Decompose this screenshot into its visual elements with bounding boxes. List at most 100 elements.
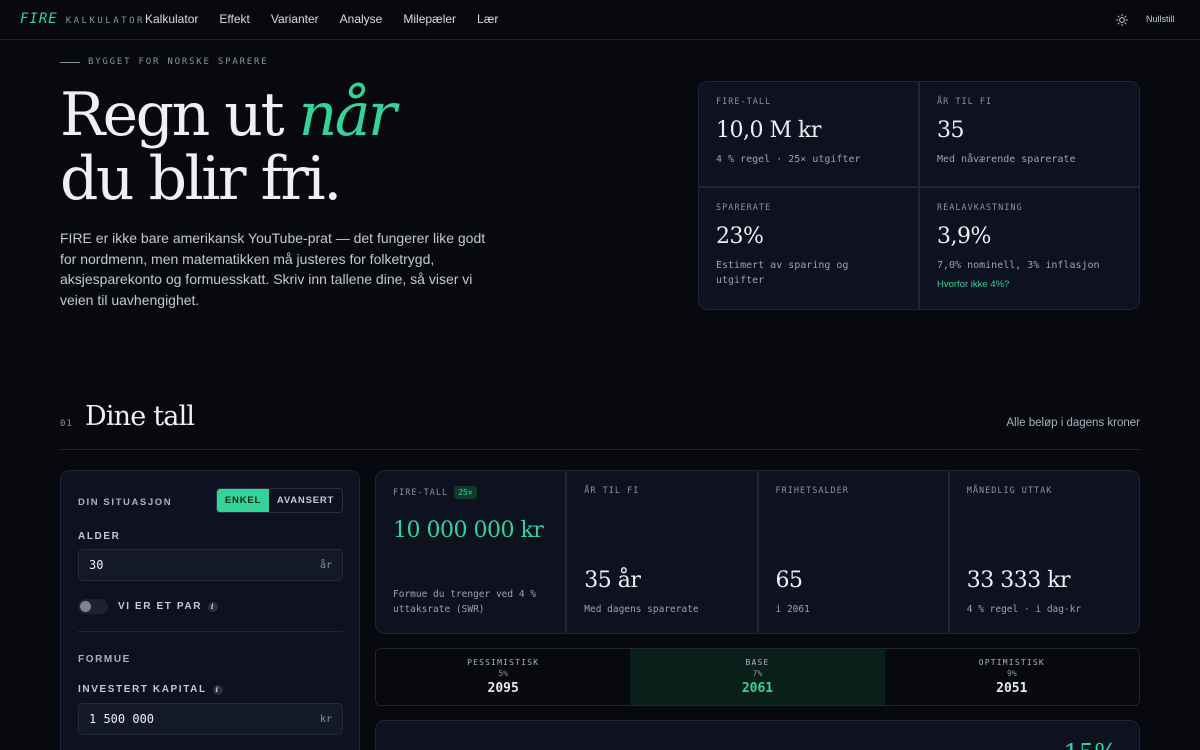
results-card: FIRE-TALL 25× 10 000 000 kr Formue du tr… xyxy=(375,470,1140,634)
logo[interactable]: FIRE KALKULATOR xyxy=(20,11,145,27)
age-field[interactable]: år xyxy=(78,549,343,581)
summary-sub: 4 % regel · 25× utgifter xyxy=(716,154,861,165)
nav-link-analyse[interactable]: Analyse xyxy=(340,12,383,26)
age-input[interactable] xyxy=(89,558,269,572)
summary-card: FIRE-TALL 10,0 M kr 4 % regel · 25× utgi… xyxy=(698,81,1140,310)
summary-value: 35 xyxy=(937,118,965,143)
nav-link-effekt[interactable]: Effekt xyxy=(219,12,249,26)
summary-real-return: REALAVKASTNING 3,9% 7,0% nominell, 3% in… xyxy=(920,188,1139,309)
result-sub: Formue du trenger ved 4 % uttaksrate (SW… xyxy=(393,589,536,615)
hero-lead: FIRE er ikke bare amerikansk YouTube-pra… xyxy=(60,230,486,308)
result-label: MÅNEDLIG UTTAK xyxy=(966,486,1053,496)
bottom-card-value: 15% xyxy=(1064,739,1117,750)
nav-link-laer[interactable]: Lær xyxy=(477,12,498,26)
age-label-text: ALDER xyxy=(78,531,121,542)
scenario-base[interactable]: BASE 7% 2061 xyxy=(630,649,885,705)
info-icon[interactable]: i xyxy=(208,601,219,612)
invested-label-text: INVESTERT KAPITAL xyxy=(78,684,207,695)
multiplier-badge: 25× xyxy=(454,486,477,499)
summary-label: ÅR TIL FI xyxy=(937,97,993,107)
scenario-year: 2095 xyxy=(487,681,519,696)
nav-link-milepaeler[interactable]: Milepæler xyxy=(403,12,456,26)
summary-value: 23% xyxy=(716,224,764,249)
scenario-name: BASE xyxy=(745,658,770,667)
result-label: FRIHETSALDER xyxy=(775,486,849,496)
scenario-rate: 5% xyxy=(498,669,508,678)
nav-links: Kalkulator Effekt Varianter Analyse Mile… xyxy=(145,12,498,26)
section-number: 01 xyxy=(60,419,73,429)
nav-link-varianter[interactable]: Varianter xyxy=(271,12,319,26)
nav-link-kalkulator[interactable]: Kalkulator xyxy=(145,12,198,26)
couple-toggle[interactable] xyxy=(78,599,108,614)
result-sub: i 2061 xyxy=(775,604,810,615)
summary-label: FIRE-TALL xyxy=(716,97,772,107)
scenario-pessimistic[interactable]: PESSIMISTISK 5% 2095 xyxy=(376,649,631,705)
invested-unit: kr xyxy=(319,713,332,725)
summary-value: 3,9% xyxy=(937,224,991,249)
summary-fire-number: FIRE-TALL 10,0 M kr 4 % regel · 25× utgi… xyxy=(699,82,918,186)
summary-value: 10,0 M kr xyxy=(716,118,821,143)
result-value: 33 333 kr xyxy=(966,568,1071,593)
reset-button[interactable]: Nullstill xyxy=(1146,14,1175,24)
scenario-year: 2051 xyxy=(996,681,1028,696)
age-label: ALDER xyxy=(78,531,120,542)
result-label: FIRE-TALL 25× xyxy=(393,486,548,499)
result-label: ÅR TIL FI xyxy=(584,486,640,496)
result-years-to-fi: ÅR TIL FI 35 år Med dagens sparerate xyxy=(567,471,757,633)
scenario-name: OPTIMISTISK xyxy=(978,658,1045,667)
scenario-optimistic[interactable]: OPTIMISTISK 9% 2051 xyxy=(884,649,1139,705)
summary-label: SPARERATE xyxy=(716,203,772,213)
couple-toggle-knob xyxy=(80,601,91,612)
result-value: 35 år xyxy=(584,568,641,593)
age-unit: år xyxy=(319,559,332,571)
result-monthly-withdrawal: MÅNEDLIG UTTAK 33 333 kr 4 % regel · i d… xyxy=(949,471,1139,633)
eyebrow-text: BYGGET FOR NORSKE SPARERE xyxy=(88,57,269,67)
result-label-text: FIRE-TALL xyxy=(393,487,449,498)
hero-title: Regn ut når du blir fri. xyxy=(60,83,620,211)
top-nav: FIRE KALKULATOR Kalkulator Effekt Varian… xyxy=(0,0,1200,40)
eyebrow: BYGGET FOR NORSKE SPARERE xyxy=(60,57,268,67)
invested-input[interactable] xyxy=(89,712,269,726)
wealth-heading: FORMUE xyxy=(78,654,131,665)
panel-divider xyxy=(78,631,343,632)
result-sub: Med dagens sparerate xyxy=(584,604,699,615)
logo-fire: FIRE xyxy=(20,11,58,27)
invested-label: INVESTERT KAPITAL i xyxy=(78,684,223,695)
scenario-name: PESSIMISTISK xyxy=(467,658,540,667)
result-fire-number: FIRE-TALL 25× 10 000 000 kr Formue du tr… xyxy=(376,471,566,633)
section-note: Alle beløp i dagens kroner xyxy=(1006,417,1140,429)
wealth-heading-text: FORMUE xyxy=(78,654,131,665)
sun-icon[interactable] xyxy=(1116,14,1128,26)
hero-title-part-2: du blir fri. xyxy=(60,144,342,214)
input-panel: DIN SITUASJON ENKEL AVANSERT ALDER år VI… xyxy=(60,470,360,750)
summary-savings-rate: SPARERATE 23% Estimert av sparing og utg… xyxy=(699,188,918,309)
scenario-rate: 7% xyxy=(752,669,763,678)
mode-simple-button[interactable]: ENKEL xyxy=(217,489,269,512)
section-divider xyxy=(60,449,1140,450)
eyebrow-line xyxy=(60,61,80,63)
info-icon[interactable]: i xyxy=(212,684,223,695)
hero-title-accent: når xyxy=(298,80,397,150)
why-not-4-link[interactable]: Hvorfor ikke 4%? xyxy=(937,279,1122,290)
result-freedom-age: FRIHETSALDER 65 i 2061 xyxy=(758,471,948,633)
scenario-selector: PESSIMISTISK 5% 2095 BASE 7% 2061 OPTIMI… xyxy=(375,648,1140,706)
summary-label: REALAVKASTNING xyxy=(937,203,1023,213)
result-value: 65 xyxy=(775,568,804,593)
result-sub: 4 % regel · i dag-kr xyxy=(966,604,1082,615)
mode-advanced-button[interactable]: AVANSERT xyxy=(269,489,342,512)
invested-field[interactable]: kr xyxy=(78,703,343,735)
summary-sub: Med nåværende sparerate xyxy=(937,154,1076,165)
summary-sub: Estimert av sparing og utgifter xyxy=(716,260,849,286)
mode-toggle: ENKEL AVANSERT xyxy=(216,488,343,513)
result-value: 10 000 000 kr xyxy=(393,518,544,543)
panel-heading: DIN SITUASJON xyxy=(78,497,173,508)
hero-title-part-1: Regn ut xyxy=(60,80,299,150)
scenario-year: 2061 xyxy=(741,681,774,696)
couple-label-text: VI ER ET PAR xyxy=(118,601,203,612)
section-title: Dine tall xyxy=(85,401,195,432)
summary-sub: 7,0% nominell, 3% inflasjon xyxy=(937,260,1100,271)
scenario-rate: 9% xyxy=(1007,669,1017,678)
bottom-card: 15% xyxy=(375,720,1140,750)
logo-subtitle: KALKULATOR xyxy=(65,16,145,26)
couple-label: VI ER ET PAR i xyxy=(118,601,219,612)
